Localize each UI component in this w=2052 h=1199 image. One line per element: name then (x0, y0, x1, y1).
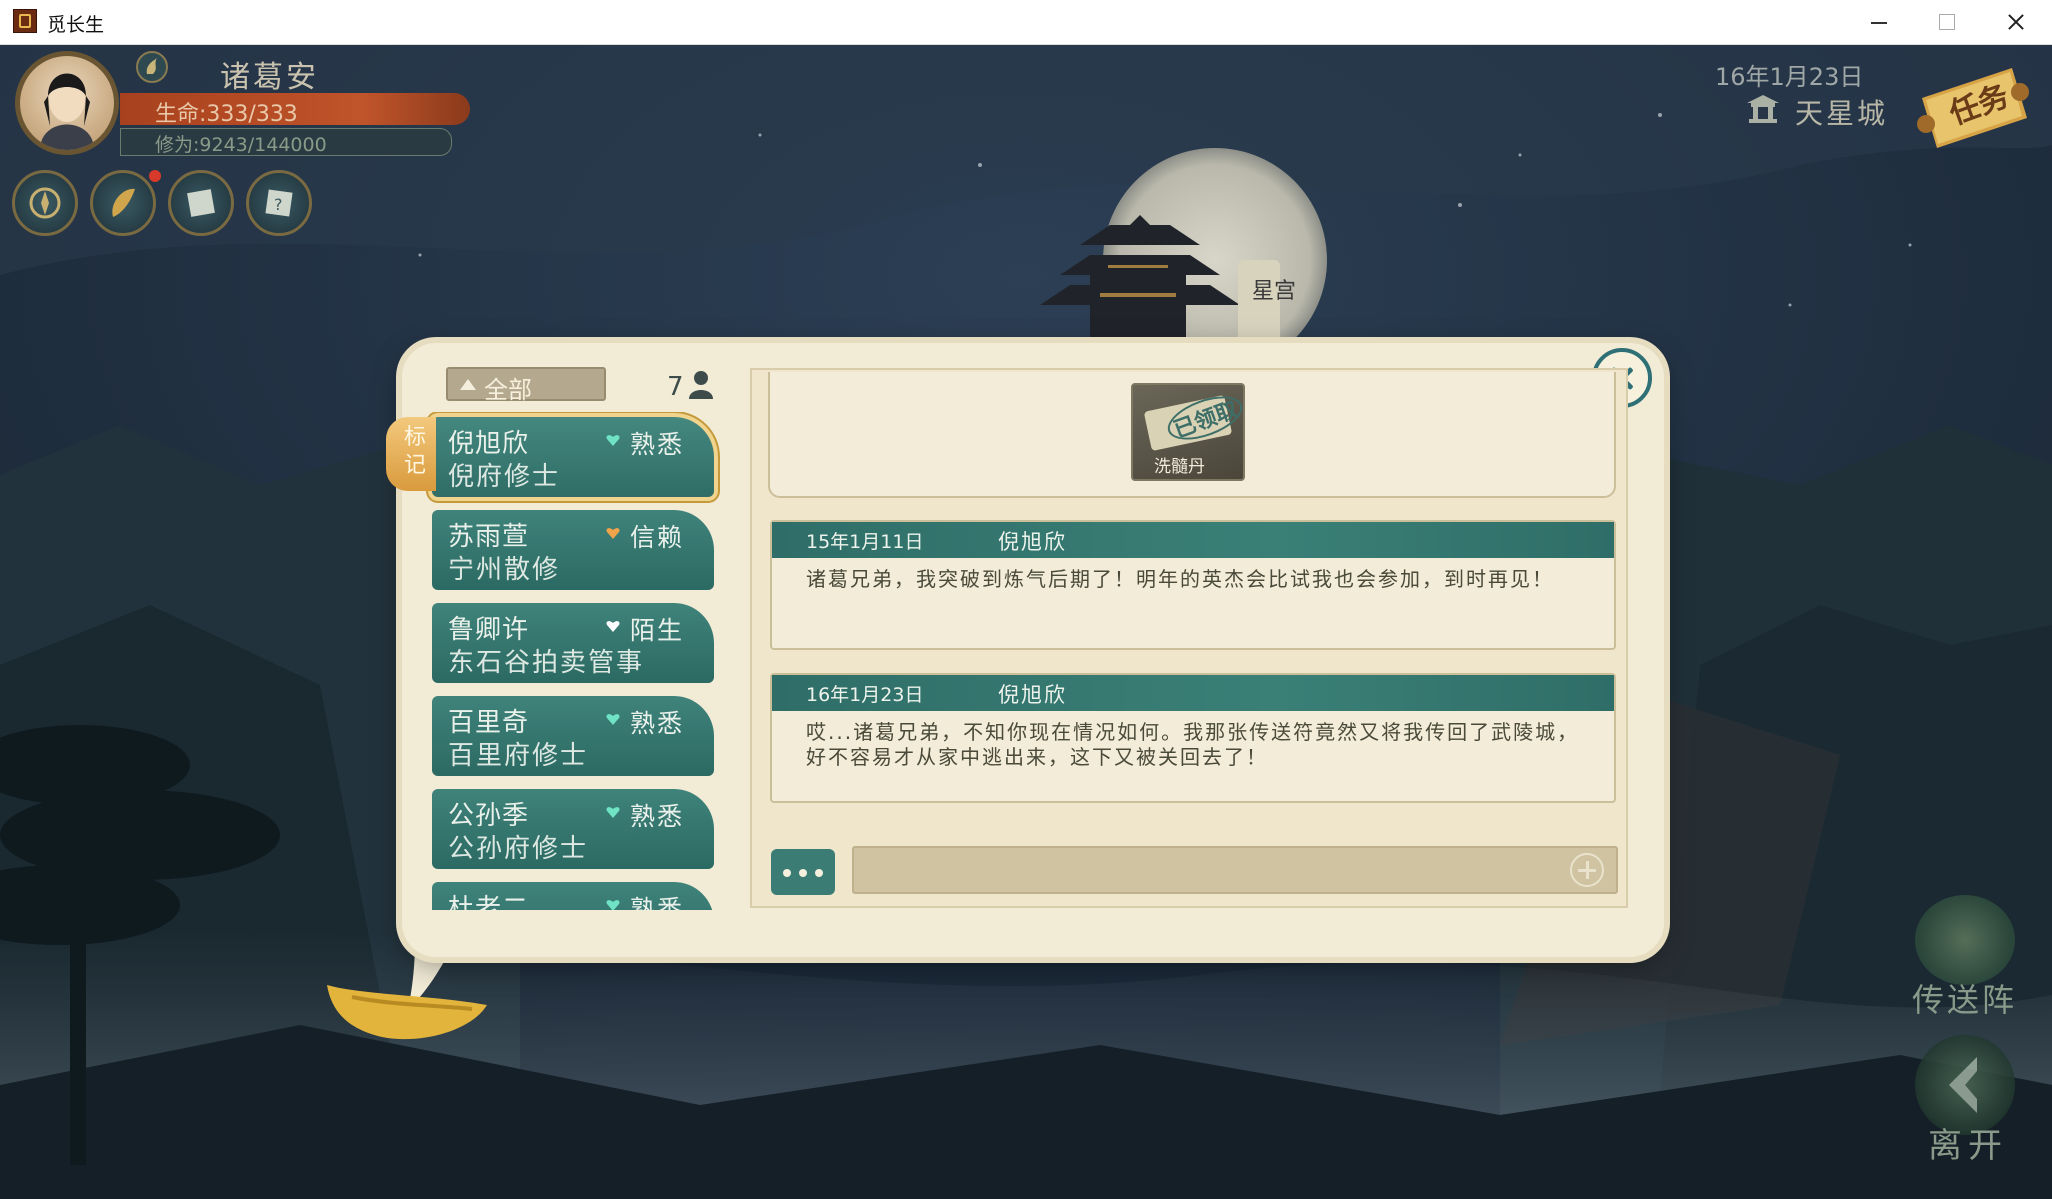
filter-dropdown[interactable]: 全部 (446, 367, 606, 404)
message-sender: 倪旭欣 (998, 683, 1067, 707)
contact-card[interactable]: 杜老二 熟悉 (432, 882, 714, 910)
map-scroll-icon[interactable] (168, 170, 234, 236)
cultivation-text: 修为:9243/144000 (155, 134, 327, 156)
minimize-button[interactable] (1844, 0, 1912, 44)
location-name: 天星城 (1795, 97, 1889, 130)
player-portrait[interactable] (15, 51, 119, 155)
heart-icon (606, 528, 620, 539)
contact-name: 倪旭欣 (448, 429, 530, 459)
heart-icon (606, 435, 620, 446)
contact-name: 百里奇 (448, 708, 530, 738)
contact-card[interactable]: 倪旭欣 倪府修士 熟悉 (432, 417, 714, 497)
heart-icon (606, 900, 620, 910)
contact-org: 百里府修士 (448, 741, 589, 771)
chat-dot (799, 869, 807, 877)
message-text: 哎...诸葛兄弟，不知你现在情况如何。我那张传送符竟然又将我传回了武陵城，好不容… (806, 720, 1580, 769)
gift-item-label: 洗髓丹 (1154, 457, 1205, 477)
maximize-button[interactable] (1912, 0, 1980, 44)
chat-dot (783, 869, 791, 877)
teleport-array-icon[interactable] (1915, 895, 2015, 985)
heart-icon (606, 621, 620, 632)
message-sender: 倪旭欣 (998, 530, 1067, 554)
compass-icon[interactable] (12, 170, 78, 236)
chat-input[interactable] (852, 846, 1618, 894)
contact-card[interactable]: 鲁卿许 东石谷拍卖管事 陌生 (432, 603, 714, 683)
player-name: 诸葛安 (220, 60, 319, 95)
contact-name: 苏雨萱 (448, 522, 530, 552)
message-text: 诸葛兄弟，我突破到炼气后期了！明年的英杰会比试我也会参加，到时再见！ (806, 567, 1554, 591)
close-window-button[interactable] (1980, 0, 2048, 44)
message-date: 15年1月11日 (806, 531, 924, 553)
message-header: 15年1月11日 倪旭欣 (772, 522, 1614, 558)
chat-bubble-icon[interactable] (771, 849, 835, 895)
help-scroll-icon[interactable]: ? (246, 170, 312, 236)
contact-count: 7 (667, 372, 684, 402)
contact-org: 公孙府修士 (448, 834, 589, 864)
person-icon (689, 371, 713, 399)
contact-card[interactable]: 苏雨萱 宁州散修 信赖 (432, 510, 714, 590)
contact-org: 倪府修士 (448, 462, 561, 492)
contact-relation: 信赖 (630, 523, 685, 552)
window-title: 觅长生 (47, 14, 105, 36)
teleport-array-label[interactable]: 传送阵 (1912, 975, 2017, 1021)
contact-relation: 熟悉 (630, 430, 685, 459)
contact-relation: 熟悉 (630, 895, 685, 910)
contact-card[interactable]: 百里奇 百里府修士 熟悉 (432, 696, 714, 776)
pagoda-banner: 星宫 (1252, 279, 1296, 304)
contact-org: 东石谷拍卖管事 (448, 648, 645, 678)
talisman-icon[interactable] (90, 170, 156, 236)
filter-label: 全部 (484, 376, 532, 404)
mark-tab-label[interactable]: 标记 (404, 424, 426, 480)
city-gate-icon (1747, 95, 1779, 123)
notification-dot (149, 170, 161, 182)
svg-text:?: ? (274, 195, 283, 214)
app-icon (13, 9, 37, 33)
contact-name: 鲁卿许 (448, 615, 530, 645)
heart-icon (606, 714, 620, 725)
message-date: 16年1月23日 (806, 684, 924, 706)
message-card: 15年1月11日 倪旭欣 诸葛兄弟，我突破到炼气后期了！明年的英杰会比试我也会参… (770, 520, 1616, 650)
leave-label[interactable]: 离开 (1928, 1118, 2008, 1167)
contact-card[interactable]: 公孙季 公孙府修士 熟悉 (432, 789, 714, 869)
game-date: 16年1月23日 (1715, 63, 1864, 91)
chat-dot (815, 869, 823, 877)
contact-relation: 熟悉 (630, 709, 685, 738)
heart-icon (606, 807, 620, 818)
plus-icon[interactable] (1570, 853, 1604, 887)
hp-text: 生命:333/333 (155, 102, 298, 127)
contact-org: 宁州散修 (448, 555, 561, 585)
contact-list[interactable]: 倪旭欣 倪府修士 熟悉 苏雨萱 宁州散修 信赖 鲁卿许 东石谷拍卖管事 陌生 百… (384, 412, 744, 910)
contact-relation: 陌生 (630, 616, 685, 645)
chevron-up-icon (460, 379, 476, 390)
title-bar: 觅长生 (0, 0, 2052, 45)
message-card: 16年1月23日 倪旭欣 哎...诸葛兄弟，不知你现在情况如何。我那张传送符竟然… (770, 673, 1616, 803)
gold-ingot-icon (327, 985, 487, 1040)
contact-name: 公孙季 (448, 801, 530, 831)
element-icon (136, 51, 168, 83)
player-avatar (40, 73, 94, 150)
message-header: 16年1月23日 倪旭欣 (772, 675, 1614, 711)
contact-name: 杜老二 (448, 894, 530, 910)
contact-relation: 熟悉 (630, 802, 685, 831)
